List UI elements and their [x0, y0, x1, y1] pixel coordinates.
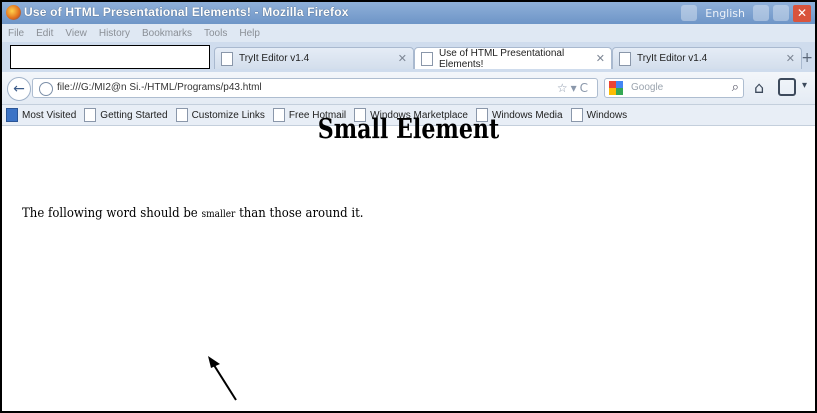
para-text-before: The following word should be: [22, 206, 202, 221]
window-title: Use of HTML Presentational Elements! - M…: [24, 5, 349, 19]
navigation-bar: ← file:///G:/MI2@n Si.-/HTML/Programs/p4…: [2, 72, 815, 105]
bookmark-folder-icon: [6, 108, 18, 122]
pocket-icon[interactable]: [778, 78, 796, 96]
page-icon: [619, 51, 631, 66]
menu-file[interactable]: File: [8, 28, 24, 39]
new-tab-icon[interactable]: +: [801, 50, 813, 66]
title-tray: English ✕: [681, 4, 811, 22]
tab-label: Use of HTML Presentational Elements!: [438, 47, 565, 70]
redacted-tab-box: [10, 45, 210, 69]
firefox-icon: [6, 5, 21, 20]
page-icon: [221, 51, 233, 66]
address-bar[interactable]: file:///G:/MI2@n Si.-/HTML/Programs/p43.…: [32, 78, 598, 98]
tab-label: TryIt Editor v1.4: [239, 53, 310, 64]
google-icon[interactable]: [609, 81, 623, 95]
keyboard-icon[interactable]: [681, 5, 698, 21]
language-indicator[interactable]: English: [701, 7, 749, 20]
menu-bookmarks[interactable]: Bookmarks: [142, 28, 192, 39]
bookmark-label: Most Visited: [22, 109, 77, 121]
tab-close-icon[interactable]: ✕: [786, 52, 795, 65]
site-identity-icon[interactable]: [39, 82, 53, 96]
bookmark-most-visited[interactable]: Most Visited: [6, 108, 76, 122]
title-bar: Use of HTML Presentational Elements! - M…: [2, 2, 815, 24]
small-word: smaller: [201, 209, 236, 220]
page-icon: [421, 51, 433, 66]
menu-help[interactable]: Help: [239, 28, 260, 39]
search-input[interactable]: Google ⌕: [604, 78, 744, 98]
menu-tools[interactable]: Tools: [204, 28, 227, 39]
search-placeholder: Google: [631, 82, 664, 93]
home-icon[interactable]: ⌂: [754, 78, 764, 97]
chevron-down-icon[interactable]: ▾: [802, 80, 807, 91]
tab-label: TryIt Editor v1.4: [637, 53, 708, 64]
page-heading: Small Element: [317, 114, 500, 145]
close-icon[interactable]: ✕: [793, 4, 811, 22]
menu-history[interactable]: History: [99, 28, 130, 39]
maximize-icon[interactable]: [773, 5, 789, 21]
pointer-arrow-icon: [208, 356, 237, 401]
url-tools[interactable]: ☆▾C: [557, 81, 591, 95]
magnifier-icon[interactable]: ⌕: [732, 80, 739, 95]
tab-presentational-elements[interactable]: Use of HTML Presentational Elements! ✕: [414, 47, 612, 70]
menu-edit[interactable]: Edit: [36, 28, 53, 39]
back-arrow-icon[interactable]: ←: [7, 77, 31, 101]
tab-close-icon[interactable]: ✕: [596, 52, 605, 65]
para-text-after: than those around it.: [235, 206, 364, 221]
menu-view[interactable]: View: [65, 28, 87, 39]
minimize-icon[interactable]: [753, 5, 769, 21]
url-text: file:///G:/MI2@n Si.-/HTML/Programs/p43.…: [57, 82, 262, 93]
tab-tryit-editor-1[interactable]: TryIt Editor v1.4 ✕: [214, 47, 414, 69]
page-paragraph: The following word should be smaller tha…: [22, 206, 364, 221]
browser-window: Use of HTML Presentational Elements! - M…: [0, 0, 817, 413]
page-content: [2, 126, 815, 411]
tab-close-icon[interactable]: ✕: [398, 52, 407, 65]
tab-tryit-editor-2[interactable]: TryIt Editor v1.4 ✕: [612, 47, 802, 69]
menu-bar: File Edit View History Bookmarks Tools H…: [2, 24, 815, 42]
